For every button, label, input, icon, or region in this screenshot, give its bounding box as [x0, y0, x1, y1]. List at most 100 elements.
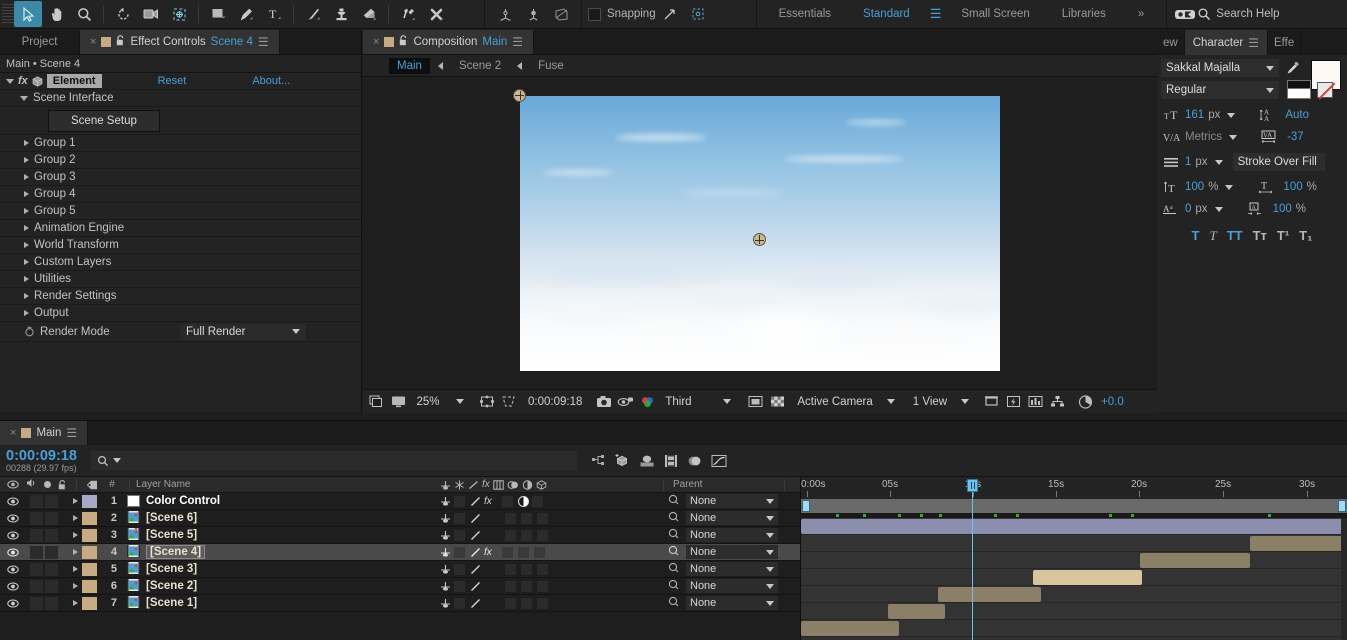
- solo-toggle[interactable]: [45, 511, 58, 525]
- monitor-icon[interactable]: [389, 393, 408, 411]
- parent-pickwhip-icon[interactable]: [668, 579, 679, 593]
- bar-row[interactable]: [801, 569, 1347, 586]
- frame-blending-icon[interactable]: [659, 450, 683, 472]
- view-count-value[interactable]: 1 View: [910, 396, 950, 408]
- bar-row[interactable]: [801, 552, 1347, 569]
- effect-about-link[interactable]: About...: [252, 75, 290, 87]
- group-1-disclosure-icon[interactable]: [24, 140, 29, 146]
- comp-timecode[interactable]: 0:00:09:18: [525, 396, 585, 408]
- output-disclosure-icon[interactable]: [24, 310, 29, 316]
- layer-disclosure-icon[interactable]: [73, 549, 78, 555]
- parent-dropdown[interactable]: None: [686, 545, 778, 559]
- layer-color-chip[interactable]: [82, 528, 97, 542]
- render-mode-dropdown[interactable]: Full Render: [180, 323, 306, 340]
- layer-name[interactable]: [Scene 4]: [146, 545, 206, 559]
- tab-timeline-main[interactable]: × Main ☰: [0, 421, 89, 445]
- number-header[interactable]: #: [101, 479, 123, 490]
- video-toggle[interactable]: [0, 497, 26, 506]
- tsume-value[interactable]: 100: [1273, 203, 1292, 215]
- layer-color-chip[interactable]: [82, 494, 97, 508]
- group-5-disclosure-icon[interactable]: [24, 208, 29, 214]
- layer-search-input[interactable]: [123, 454, 577, 467]
- anchor-point-icon[interactable]: [752, 233, 766, 246]
- zoom-level[interactable]: 25%: [411, 396, 445, 408]
- font-size-chevron-down-icon[interactable]: [1227, 112, 1236, 118]
- layer-color-chip[interactable]: [82, 562, 97, 576]
- pixel-aspect-icon[interactable]: [982, 393, 1001, 411]
- parent-pickwhip-icon[interactable]: [668, 494, 679, 508]
- layer-disclosure-icon[interactable]: [73, 515, 78, 521]
- effect-group-output[interactable]: Output: [0, 305, 361, 322]
- tab-preview[interactable]: ew: [1157, 30, 1185, 55]
- comp-flowchart-icon[interactable]: [1048, 393, 1067, 411]
- puppet-pin-tool[interactable]: [422, 1, 450, 27]
- parent-dropdown[interactable]: None: [686, 528, 778, 542]
- snap-box-icon[interactable]: [684, 1, 712, 27]
- tracking-value[interactable]: -37: [1287, 131, 1304, 143]
- breadcrumb-scene-2[interactable]: Scene 2: [451, 58, 509, 74]
- creative-cloud-icon[interactable]: [1173, 1, 1197, 27]
- effect-name[interactable]: Element: [46, 74, 102, 88]
- panel-menu-icon[interactable]: ☰: [258, 35, 269, 49]
- layer-name[interactable]: Color Control: [146, 495, 220, 507]
- effect-group-utilities[interactable]: Utilities: [0, 271, 361, 288]
- motion-blur-icon[interactable]: [683, 450, 707, 472]
- breadcrumb-main[interactable]: Main: [389, 57, 430, 74]
- layer-name-header[interactable]: Layer Name: [136, 479, 190, 490]
- layer-switches[interactable]: fx: [440, 495, 545, 507]
- active-camera-value[interactable]: Active Camera: [794, 396, 875, 408]
- workspace-overflow-icon[interactable]: »: [1122, 8, 1160, 20]
- layer-color-chip[interactable]: [82, 511, 97, 525]
- effect-group-group-4[interactable]: Group 4: [0, 186, 361, 203]
- layer-disclosure-icon[interactable]: [73, 600, 78, 606]
- layer-name[interactable]: [Scene 6]: [146, 512, 197, 524]
- workspace-standard[interactable]: Standard: [847, 8, 926, 20]
- tab-project[interactable]: Project: [0, 30, 80, 54]
- breadcrumb-fuse[interactable]: Fuse: [530, 58, 572, 74]
- timeline-vertical-scrollbar[interactable]: [1341, 518, 1347, 640]
- current-time-indicator[interactable]: [972, 489, 973, 640]
- fast-previews-icon[interactable]: [1004, 393, 1023, 411]
- layer-disclosure-icon[interactable]: [73, 532, 78, 538]
- audio-toggle[interactable]: [30, 545, 43, 559]
- work-area-start-handle[interactable]: [802, 500, 810, 512]
- comp-corner-handle-icon[interactable]: [513, 88, 526, 102]
- show-snapshot-icon[interactable]: [616, 393, 635, 411]
- effect-group-group-1[interactable]: Group 1: [0, 135, 361, 152]
- effect-group-render-settings[interactable]: Render Settings: [0, 288, 361, 305]
- layer-switches[interactable]: [440, 563, 550, 575]
- layer-bar[interactable]: [1139, 553, 1251, 568]
- video-toggle[interactable]: [0, 531, 26, 540]
- search-help[interactable]: Search Help: [1197, 7, 1280, 21]
- vertical-scale-value[interactable]: 100: [1185, 181, 1204, 193]
- effect-group-group-2[interactable]: Group 2: [0, 152, 361, 169]
- rectangle-tool[interactable]: [204, 1, 232, 27]
- group-4-disclosure-icon[interactable]: [24, 191, 29, 197]
- leading-value[interactable]: Auto: [1285, 109, 1309, 121]
- baseline-shift-value[interactable]: 0: [1185, 203, 1191, 215]
- font-family-dropdown[interactable]: Sakkal Majalla: [1161, 59, 1279, 77]
- parent-pickwhip-icon[interactable]: [668, 511, 679, 525]
- pen-tool[interactable]: [232, 1, 260, 27]
- layer-bar[interactable]: [1250, 536, 1347, 551]
- work-area-end-handle[interactable]: [1338, 500, 1346, 512]
- effect-group-group-5[interactable]: Group 5: [0, 203, 361, 220]
- stroke-chevron-down-icon[interactable]: [1214, 159, 1223, 165]
- workspace-small-screen[interactable]: Small Screen: [945, 8, 1045, 20]
- resolution-value[interactable]: Third: [662, 396, 712, 408]
- audio-toggle[interactable]: [30, 579, 43, 593]
- parent-pickwhip-icon[interactable]: [668, 562, 679, 576]
- scene-interface-disclosure-icon[interactable]: [20, 95, 28, 101]
- bar-row[interactable]: [801, 518, 1347, 535]
- layer-switches[interactable]: [440, 529, 550, 541]
- audio-toggle[interactable]: [30, 511, 43, 525]
- layer-name[interactable]: [Scene 3]: [146, 563, 197, 575]
- stroke-mode-dropdown[interactable]: Stroke Over Fill: [1232, 153, 1325, 171]
- toolbar-grip[interactable]: [2, 4, 14, 24]
- exposure-icon[interactable]: [1076, 393, 1095, 411]
- pan-camera-icon[interactable]: [547, 1, 575, 27]
- effect-group-world-transform[interactable]: World Transform: [0, 237, 361, 254]
- composition-mini-flowchart-icon[interactable]: [587, 450, 611, 472]
- effect-disclosure-icon[interactable]: [6, 78, 14, 84]
- scene-setup-button[interactable]: Scene Setup: [48, 109, 160, 132]
